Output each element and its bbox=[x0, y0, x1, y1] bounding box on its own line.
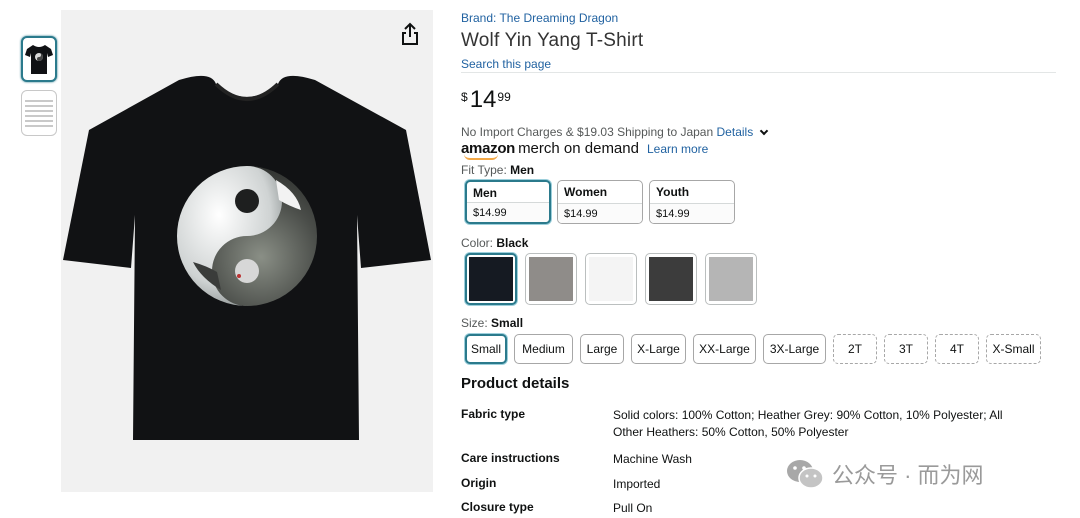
fit-type-label: Fit Type: Men bbox=[461, 163, 535, 177]
size-label: Size: Small bbox=[461, 316, 524, 330]
fit-option-youth[interactable]: Youth $14.99 bbox=[649, 180, 735, 224]
color-selected: Black bbox=[496, 236, 529, 250]
color-swatch-white[interactable] bbox=[585, 253, 637, 305]
learn-more-link[interactable]: Learn more bbox=[647, 142, 708, 156]
size-option-x-small[interactable]: X-Small bbox=[986, 334, 1041, 364]
price-whole: 14 bbox=[469, 86, 497, 113]
fit-option-price: $14.99 bbox=[650, 203, 734, 223]
detail-key: Closure type bbox=[461, 500, 534, 514]
amazon-logo: amazon bbox=[461, 140, 515, 160]
detail-key: Care instructions bbox=[461, 451, 560, 465]
chevron-down-icon[interactable] bbox=[759, 126, 768, 136]
price-symbol: $ bbox=[461, 90, 468, 104]
fit-type-options: Men $14.99 Women $14.99 Youth $14.99 bbox=[465, 180, 735, 224]
divider bbox=[461, 72, 1056, 73]
main-product-image[interactable] bbox=[61, 10, 433, 492]
fit-option-price: $14.99 bbox=[467, 202, 549, 222]
shipping-info: No Import Charges & $19.03 Shipping to J… bbox=[461, 125, 768, 139]
merch-on-demand-banner: amazon merch on demand Learn more bbox=[461, 140, 708, 160]
watermark: 公众号 · 而为网 bbox=[786, 458, 984, 490]
merch-on-demand-text: merch on demand bbox=[518, 140, 639, 157]
fit-option-men[interactable]: Men $14.99 bbox=[465, 180, 551, 224]
shipping-details-link[interactable]: Details bbox=[717, 125, 754, 139]
size-option-3x-large[interactable]: 3X-Large bbox=[763, 334, 826, 364]
color-swatch-dark-grey[interactable] bbox=[645, 253, 697, 305]
size-option-large[interactable]: Large bbox=[580, 334, 624, 364]
color-swatch-black[interactable] bbox=[465, 253, 517, 305]
thumbnail-strip bbox=[21, 36, 59, 144]
thumbnail-tshirt[interactable] bbox=[21, 36, 57, 82]
size-option-3t[interactable]: 3T bbox=[884, 334, 928, 364]
size-option-xx-large[interactable]: XX-Large bbox=[693, 334, 756, 364]
detail-value: Solid colors: 100% Cotton; Heather Grey:… bbox=[613, 408, 1003, 439]
fit-option-name: Youth bbox=[656, 185, 690, 199]
size-option-2t[interactable]: 2T bbox=[833, 334, 877, 364]
watermark-text: 公众号 · 而为网 bbox=[832, 463, 984, 488]
color-swatch-heather-grey[interactable] bbox=[705, 253, 757, 305]
color-swatches bbox=[465, 253, 757, 305]
size-option-medium[interactable]: Medium bbox=[514, 334, 573, 364]
product-details-heading: Product details bbox=[461, 375, 570, 392]
tshirt-thumbnail-image bbox=[25, 45, 53, 74]
size-option-small[interactable]: Small bbox=[465, 334, 507, 364]
color-swatch-grey[interactable] bbox=[525, 253, 577, 305]
size-options: Small Medium Large X-Large XX-Large 3X-L… bbox=[465, 334, 1041, 364]
size-selected: Small bbox=[491, 316, 524, 330]
size-option-4t[interactable]: 4T bbox=[935, 334, 979, 364]
share-icon[interactable] bbox=[399, 22, 421, 46]
fit-option-name: Women bbox=[564, 185, 608, 199]
price: $ 14 99 bbox=[461, 86, 511, 114]
brand-link[interactable]: Brand: The Dreaming Dragon bbox=[461, 11, 618, 25]
fit-option-name: Men bbox=[473, 186, 497, 200]
size-chart-thumbnail-image bbox=[25, 95, 53, 131]
tshirt-image bbox=[63, 75, 431, 440]
detail-key: Origin bbox=[461, 476, 497, 490]
search-this-page-link[interactable]: Search this page bbox=[461, 57, 551, 71]
shipping-text: No Import Charges & $19.03 Shipping to J… bbox=[461, 125, 714, 139]
detail-value: Pull On bbox=[613, 501, 653, 515]
detail-key: Fabric type bbox=[461, 407, 526, 421]
price-fraction: 99 bbox=[497, 90, 511, 104]
fit-option-women[interactable]: Women $14.99 bbox=[557, 180, 643, 224]
thumbnail-size-chart[interactable] bbox=[21, 90, 57, 136]
wechat-icon bbox=[787, 460, 824, 489]
color-label: Color: Black bbox=[461, 236, 529, 250]
fit-type-selected: Men bbox=[510, 163, 535, 177]
size-option-x-large[interactable]: X-Large bbox=[631, 334, 686, 364]
product-title: Wolf Yin Yang T-Shirt bbox=[461, 30, 644, 51]
fit-option-price: $14.99 bbox=[558, 203, 642, 223]
